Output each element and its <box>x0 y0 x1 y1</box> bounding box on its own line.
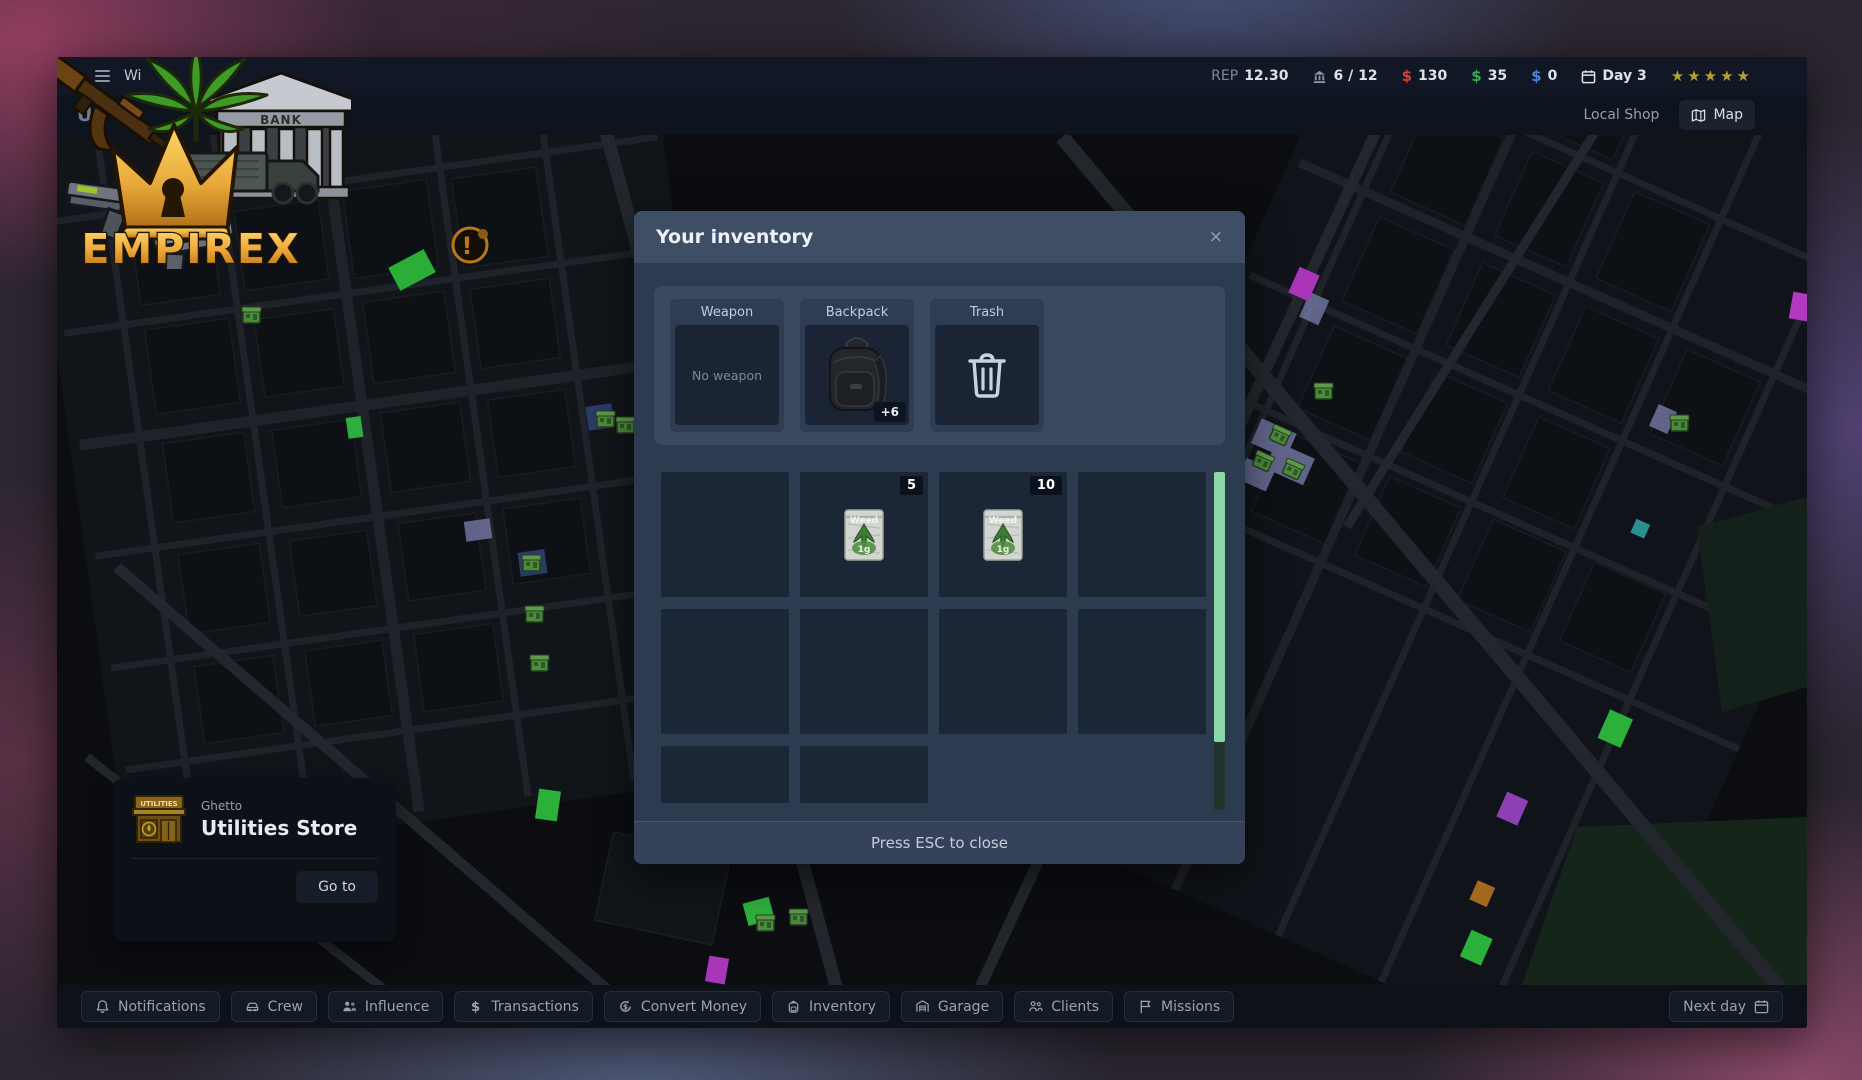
map-icon <box>1691 108 1706 123</box>
calendar-icon <box>1754 999 1769 1014</box>
location-bar: UH Local Shop Map <box>57 95 1807 135</box>
bank-icon <box>1312 69 1327 84</box>
backpack-small-icon <box>786 999 801 1014</box>
people-icon <box>342 999 357 1014</box>
convert-icon: $ <box>618 999 633 1014</box>
equipment-panel: Weapon No weapon Backpack <box>654 286 1225 445</box>
item-count-badge: 5 <box>900 476 923 495</box>
store-title: Utilities Store <box>201 816 357 840</box>
modal-header: Your inventory × <box>634 211 1245 263</box>
trash-slot[interactable]: Trash <box>930 299 1044 432</box>
svg-text:$: $ <box>623 1002 628 1011</box>
garage-button[interactable]: Garage <box>901 991 1003 1022</box>
utilities-store-icon: UTILITIES <box>131 794 187 844</box>
dollar-icon: $ <box>468 999 483 1014</box>
trash-icon <box>966 351 1008 399</box>
inventory-modal: Your inventory × Weapon No weapon Backpa… <box>634 211 1245 864</box>
flag-icon <box>1138 999 1153 1014</box>
dollar-blue-icon: $ <box>1531 67 1541 85</box>
modal-footer-hint: Press ESC to close <box>634 821 1245 864</box>
top-status-bar: Wi REP12.30 6 / 12 $130 $35 $0 <box>57 57 1807 95</box>
store-category: Ghetto <box>201 799 357 813</box>
game-window: ! Wi REP12.30 6 / 12 $130 $35 <box>57 57 1807 1028</box>
inventory-slot[interactable] <box>661 609 789 734</box>
car-icon <box>245 999 260 1014</box>
menu-icon[interactable] <box>95 70 110 82</box>
modal-title: Your inventory <box>656 226 813 248</box>
bottom-toolbar: Notifications Crew Influence $ Transact <box>57 985 1807 1028</box>
inventory-button[interactable]: Inventory <box>772 991 890 1022</box>
next-day-button[interactable]: Next day <box>1669 991 1783 1022</box>
clean-cash-stat: $35 <box>1471 67 1507 85</box>
dollar-red-icon: $ <box>1402 67 1412 85</box>
inventory-slot-weed[interactable]: 5 Weed 1g <box>800 472 928 597</box>
properties-stat: 6 / 12 <box>1312 68 1377 84</box>
inventory-slot[interactable] <box>800 746 928 803</box>
inventory-slot[interactable] <box>1078 472 1206 597</box>
garage-icon <box>915 999 930 1014</box>
inventory-slot[interactable] <box>661 472 789 597</box>
scrollbar[interactable] <box>1214 472 1225 810</box>
scrollbar-thumb[interactable] <box>1214 472 1225 742</box>
svg-text:Weed: Weed <box>989 516 1017 526</box>
inventory-slot[interactable] <box>661 746 789 803</box>
go-to-button[interactable]: Go to <box>296 871 378 903</box>
inventory-slot[interactable] <box>939 609 1067 734</box>
calendar-icon <box>1581 69 1596 84</box>
crew-button[interactable]: Crew <box>231 991 317 1022</box>
local-shop-button[interactable]: Local Shop <box>1574 101 1670 129</box>
svg-text:1g: 1g <box>858 545 871 555</box>
backpack-capacity-badge: +6 <box>874 402 906 422</box>
svg-text:Weed: Weed <box>850 516 878 526</box>
map-alert-marker[interactable]: ! <box>453 228 488 262</box>
bank-cash-stat: $0 <box>1531 67 1557 85</box>
rating-stars: ★★★★★ <box>1671 67 1753 85</box>
location-title: UH <box>77 104 108 126</box>
dollar-green-icon: $ <box>1471 67 1481 85</box>
weed-bag-icon: Weed 1g <box>842 508 886 562</box>
map-button[interactable]: Map <box>1679 100 1755 130</box>
weapon-empty-text: No weapon <box>692 368 762 383</box>
clients-icon <box>1028 999 1043 1014</box>
svg-text:UTILITIES: UTILITIES <box>140 800 177 808</box>
bell-icon <box>95 999 110 1014</box>
backpack-slot[interactable]: Backpack +6 <box>800 299 914 432</box>
svg-text:!: ! <box>462 232 473 260</box>
convert-money-button[interactable]: $ Convert Money <box>604 991 761 1022</box>
inventory-slot[interactable] <box>800 609 928 734</box>
inventory-slot[interactable] <box>1078 609 1206 734</box>
rep-stat: REP12.30 <box>1211 68 1288 84</box>
item-count-badge: 10 <box>1030 476 1062 495</box>
top-bar-label: Wi <box>124 68 141 84</box>
dirty-cash-stat: $130 <box>1402 67 1448 85</box>
day-stat: Day 3 <box>1581 68 1646 84</box>
influence-button[interactable]: Influence <box>328 991 444 1022</box>
transactions-button[interactable]: $ Transactions <box>454 991 592 1022</box>
weapon-slot[interactable]: Weapon No weapon <box>670 299 784 432</box>
missions-button[interactable]: Missions <box>1124 991 1234 1022</box>
store-card: UTILITIES Ghetto Utilities Store Go to <box>113 778 396 942</box>
inventory-slot-weed[interactable]: 10 Weed 1g <box>939 472 1067 597</box>
divider <box>131 858 378 859</box>
notifications-button[interactable]: Notifications <box>81 991 220 1022</box>
svg-text:1g: 1g <box>997 545 1010 555</box>
weed-bag-icon: Weed 1g <box>981 508 1025 562</box>
close-icon[interactable]: × <box>1209 229 1223 246</box>
svg-text:$: $ <box>471 1000 480 1014</box>
clients-button[interactable]: Clients <box>1014 991 1113 1022</box>
